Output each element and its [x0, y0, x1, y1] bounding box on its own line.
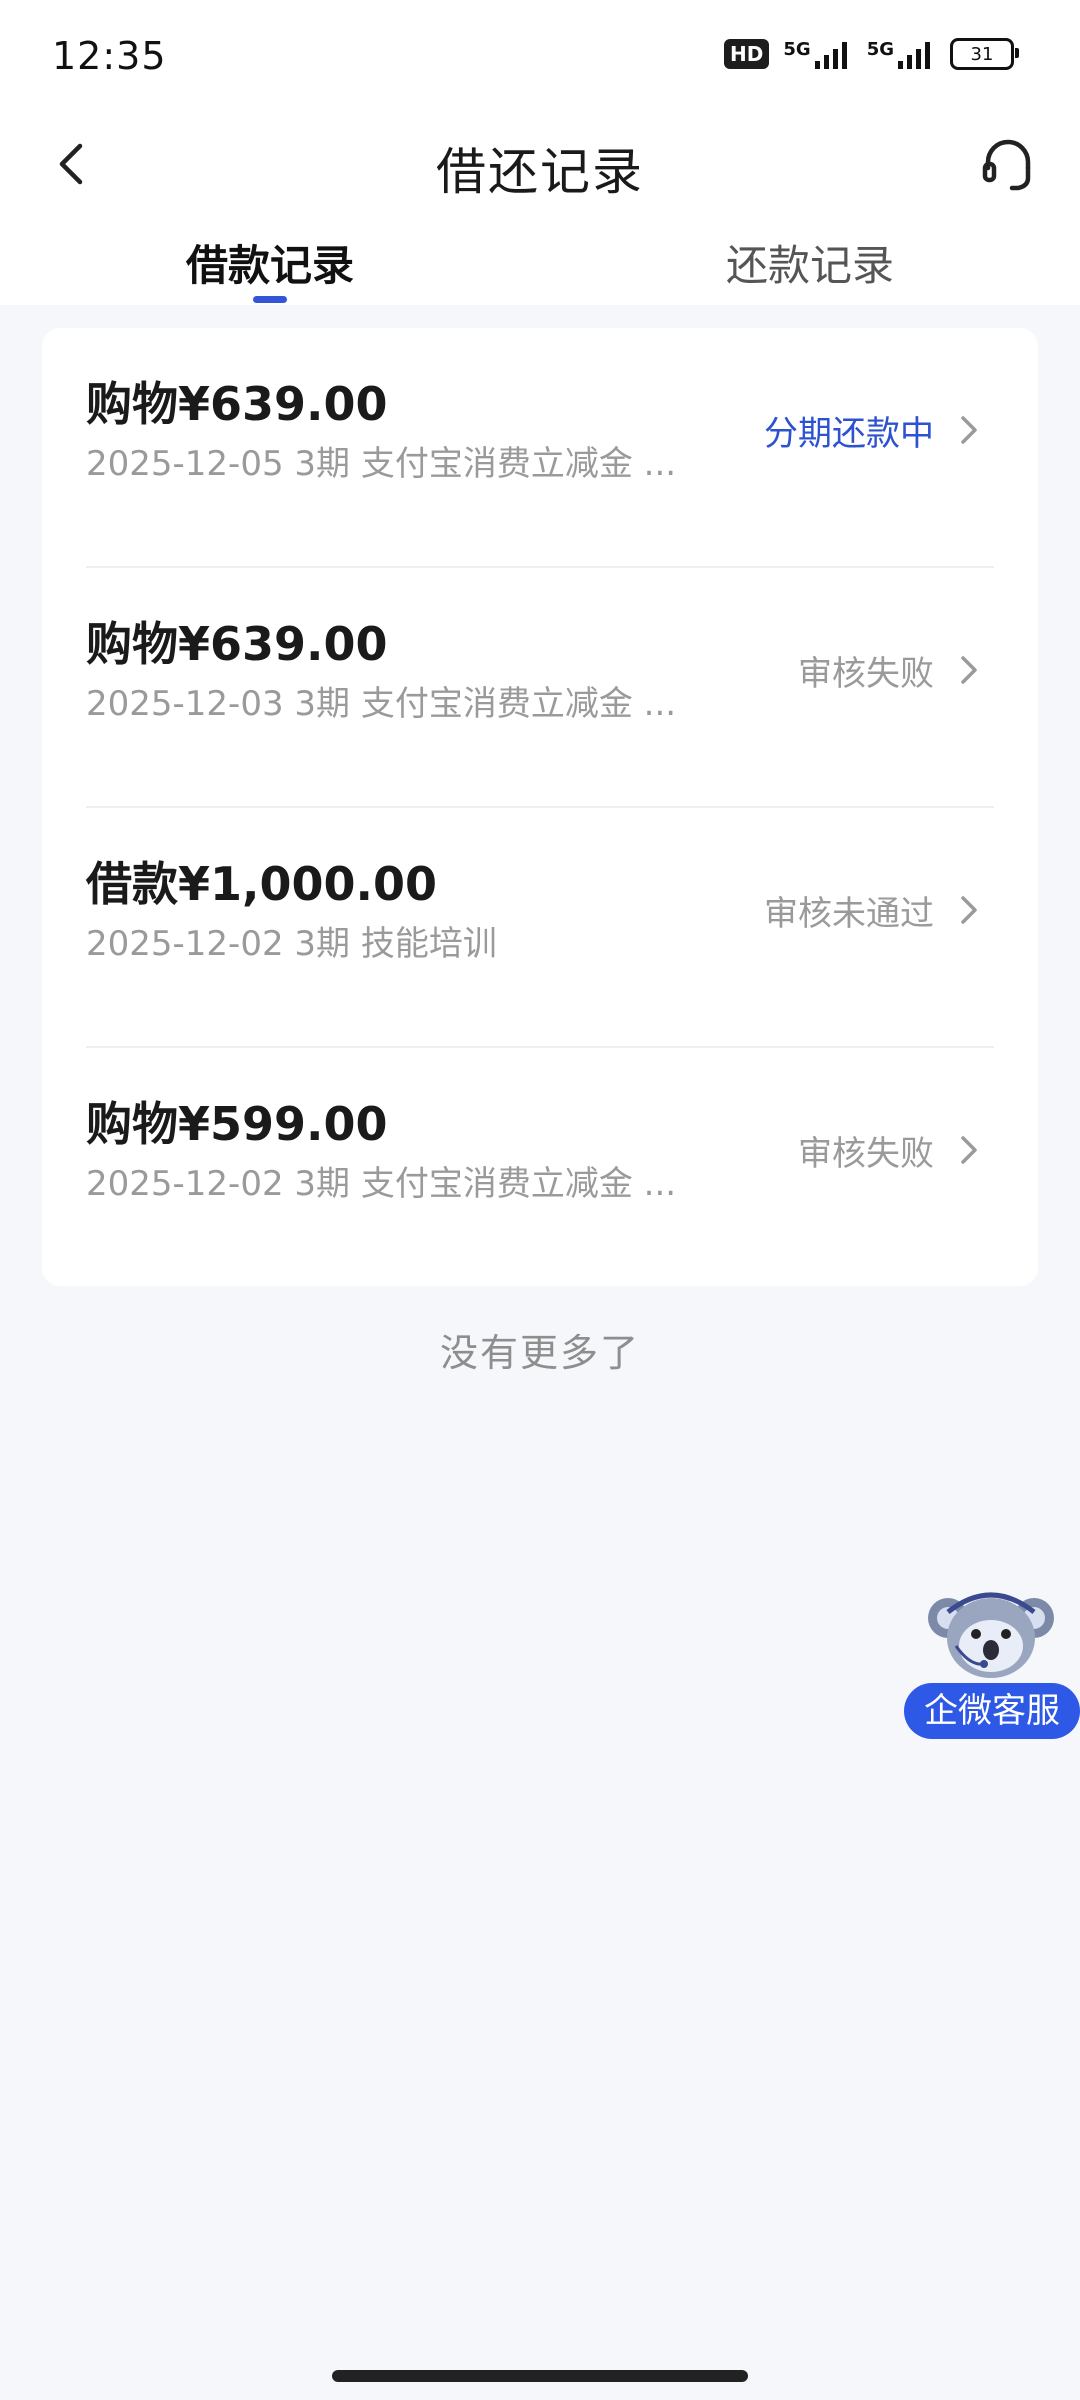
active-tab-indicator	[253, 296, 287, 303]
status-bar: 12:35 HD 5G 5G 31	[0, 0, 1080, 110]
float-service-label: 企微客服	[904, 1683, 1080, 1739]
chevron-right-icon	[961, 656, 977, 684]
signal-5g-icon-1: 5G	[783, 39, 852, 69]
no-more-text: 没有更多了	[439, 1331, 640, 1375]
record-status: 审核失败	[798, 1134, 934, 1174]
page-title: 借还记录	[436, 143, 644, 201]
home-indicator[interactable]	[332, 2370, 748, 2382]
signal-5g-icon-2: 5G	[867, 39, 936, 69]
record-amount: 借款¥1,000.00	[86, 857, 437, 911]
record-detail: 2025-12-02 3期 技能培训	[86, 924, 497, 964]
nav-header: 借还记录	[0, 110, 1080, 220]
record-amount: 购物¥639.00	[86, 377, 388, 431]
record-status: 审核失败	[798, 654, 934, 694]
records-list: 购物¥639.00 2025-12-05 3期 支付宝消费立减金 ... 分期还…	[42, 328, 1038, 1286]
battery-level: 31	[970, 43, 994, 65]
tab-loan-records[interactable]: 借款记录	[90, 232, 450, 293]
record-amount: 购物¥639.00	[86, 617, 388, 671]
record-item[interactable]: 购物¥639.00 2025-12-05 3期 支付宝消费立减金 ... 分期还…	[86, 328, 994, 566]
floating-service-button[interactable]: 企微客服	[902, 1586, 1080, 1739]
status-time: 12:35	[52, 34, 167, 78]
record-detail: 2025-12-02 3期 支付宝消费立减金 ...	[86, 1164, 677, 1204]
signal-bars-icon	[898, 42, 930, 69]
tab-repayment-records[interactable]: 还款记录	[630, 232, 990, 293]
signal-bars-icon	[814, 42, 847, 69]
record-detail: 2025-12-03 3期 支付宝消费立减金 ...	[86, 684, 677, 724]
status-icons: HD 5G 5G 31	[724, 38, 1019, 70]
headset-icon	[982, 139, 1031, 191]
record-item[interactable]: 借款¥1,000.00 2025-12-02 3期 技能培训 审核未通过	[86, 806, 994, 1046]
chevron-right-icon	[961, 416, 977, 444]
record-status: 审核未通过	[764, 894, 934, 934]
customer-service-button[interactable]	[972, 128, 1044, 200]
record-status: 分期还款中	[764, 414, 934, 454]
chevron-right-icon	[961, 896, 977, 924]
record-item[interactable]: 购物¥599.00 2025-12-02 3期 支付宝消费立减金 ... 审核失…	[86, 1046, 994, 1286]
koala-mascot-icon	[928, 1592, 1054, 1678]
record-tabs: 借款记录 还款记录	[0, 220, 1080, 305]
chevron-right-icon	[961, 1136, 977, 1164]
battery-icon: 31	[950, 38, 1019, 70]
record-item[interactable]: 购物¥639.00 2025-12-03 3期 支付宝消费立减金 ... 审核失…	[86, 566, 994, 806]
record-amount: 购物¥599.00	[86, 1097, 388, 1151]
record-detail: 2025-12-05 3期 支付宝消费立减金 ...	[86, 444, 677, 484]
hd-voice-icon: HD	[724, 39, 770, 69]
